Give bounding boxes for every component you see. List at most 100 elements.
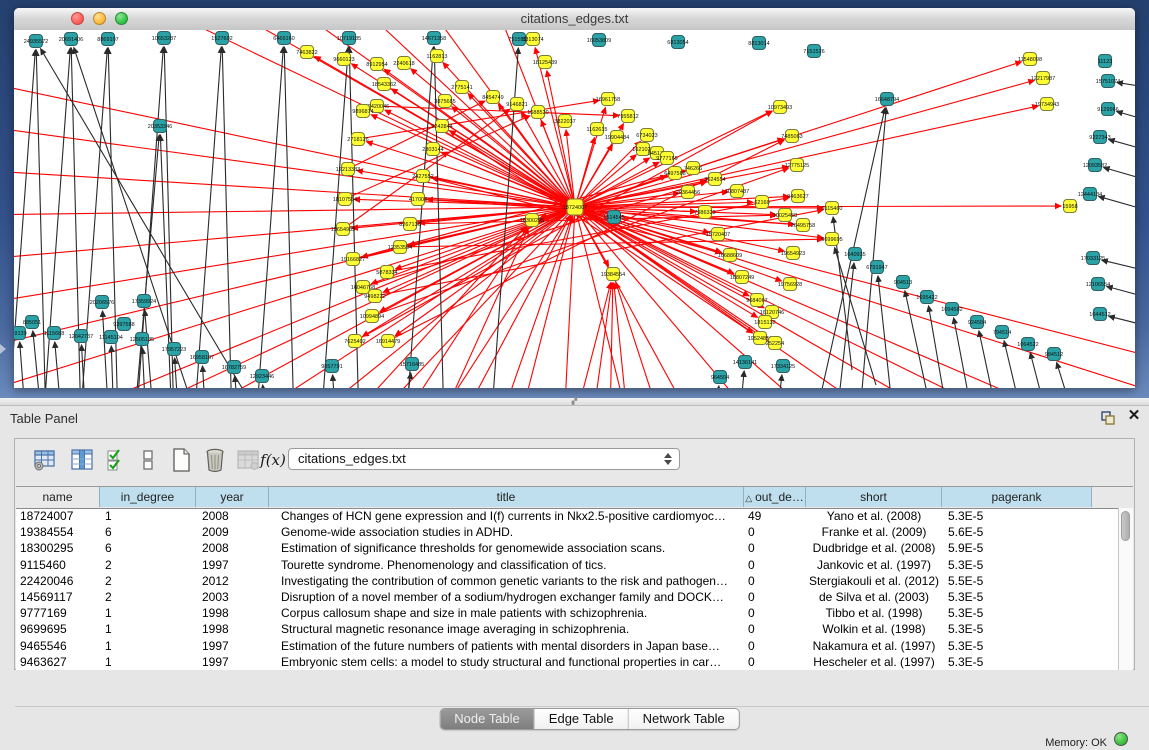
cell-short[interactable]: Nakamura et al. (1997) bbox=[806, 638, 942, 654]
graph-node[interactable]: 17033125 bbox=[1081, 252, 1105, 265]
cell-in_degree[interactable]: 1 bbox=[100, 638, 196, 654]
graph-node[interactable]: 12042737 bbox=[69, 330, 93, 343]
cell-year[interactable]: 1997 bbox=[196, 557, 269, 573]
graph-node[interactable]: 9115460 bbox=[821, 202, 842, 215]
black-edge[interactable] bbox=[222, 47, 232, 388]
cell-year[interactable]: 2008 bbox=[196, 540, 269, 556]
graph-node[interactable]: 5878334 bbox=[376, 266, 397, 279]
black-edge[interactable] bbox=[1107, 286, 1135, 302]
cell-short[interactable]: Yano et al. (2008) bbox=[806, 508, 942, 524]
cell-title[interactable]: Disruption of a novel member of a sodium… bbox=[269, 589, 744, 605]
red-edge[interactable] bbox=[442, 126, 753, 333]
graph-node[interactable]: 8912954 bbox=[366, 58, 387, 71]
cell-in_degree[interactable]: 1 bbox=[100, 621, 196, 637]
graph-node[interactable]: 17957223 bbox=[162, 343, 186, 356]
red-edge[interactable] bbox=[592, 283, 612, 388]
graph-node[interactable]: 26495758 bbox=[791, 219, 815, 232]
red-edge[interactable] bbox=[575, 207, 1135, 360]
cell-pagerank[interactable]: 5.3E-5 bbox=[942, 605, 1092, 621]
column-header-in_degree[interactable]: in_degree bbox=[100, 487, 196, 507]
graph-node[interactable]: 19384554 bbox=[601, 268, 625, 281]
graph-node[interactable]: 794514 bbox=[993, 326, 1011, 339]
cell-in_degree[interactable]: 1 bbox=[100, 605, 196, 621]
memory-status-indicator[interactable] bbox=[1114, 732, 1128, 746]
show-columns-button[interactable] bbox=[68, 446, 96, 474]
cell-name[interactable]: 9777169 bbox=[16, 605, 100, 621]
graph-node[interactable]: 9684067 bbox=[746, 294, 767, 307]
tab-edge-table[interactable]: Edge Table bbox=[535, 709, 629, 729]
table-row[interactable]: 2242004622012Investigating the contribut… bbox=[16, 573, 1119, 589]
graph-node[interactable]: 19166827 bbox=[341, 253, 365, 266]
black-edge[interactable] bbox=[739, 371, 744, 388]
table-row[interactable]: 969969511998Structural magnetic resonanc… bbox=[16, 621, 1119, 637]
graph-node[interactable]: 14671358 bbox=[422, 32, 446, 45]
graph-node[interactable]: 2240618 bbox=[393, 57, 414, 70]
graph-node[interactable]: 19734943 bbox=[1035, 98, 1059, 111]
graph-node[interactable]: 18125439 bbox=[533, 56, 557, 69]
cell-out_degree[interactable]: 0 bbox=[744, 605, 806, 621]
cell-short[interactable]: Dudbridge et al. (2008) bbox=[806, 540, 942, 556]
graph-node[interactable]: 6734023 bbox=[636, 129, 657, 142]
window-titlebar[interactable]: citations_edges.txt bbox=[14, 8, 1135, 31]
graph-node[interactable]: 12505135 bbox=[130, 333, 154, 346]
black-edge[interactable] bbox=[1030, 353, 1049, 388]
cell-short[interactable]: Wolkin et al. (1998) bbox=[806, 621, 942, 637]
cell-short[interactable]: Franke et al. (2009) bbox=[806, 524, 942, 540]
table-row[interactable]: 911546021997Tourette syndrome. Phenomeno… bbox=[16, 557, 1119, 573]
graph-node[interactable]: 19654923 bbox=[781, 247, 805, 260]
graph-node[interactable]: 62160 bbox=[754, 196, 769, 209]
graph-node[interactable]: 1064522 bbox=[1017, 338, 1038, 351]
cell-title[interactable]: Estimation of the future numbers of pati… bbox=[269, 638, 744, 654]
cell-title[interactable]: Embryonic stem cells: a model to study s… bbox=[269, 654, 744, 670]
column-header-out_degree[interactable]: △out_de… bbox=[744, 487, 806, 507]
cell-in_degree[interactable]: 2 bbox=[100, 589, 196, 605]
table-row[interactable]: 1938455462009Genome-wide association stu… bbox=[16, 524, 1119, 540]
graph-node[interactable]: 7151526 bbox=[803, 45, 824, 58]
table-row[interactable]: 1456911722003Disruption of a novel membe… bbox=[16, 589, 1119, 605]
cell-short[interactable]: de Silva et al. (2003) bbox=[806, 589, 942, 605]
red-edge[interactable] bbox=[610, 283, 613, 388]
cell-out_degree[interactable]: 0 bbox=[744, 573, 806, 589]
graph-node[interactable]: 10719185 bbox=[337, 32, 361, 45]
column-header-short[interactable]: short bbox=[806, 487, 942, 507]
graph-node[interactable]: 924504 bbox=[968, 316, 986, 329]
graph-node[interactable]: 10807487 bbox=[725, 185, 749, 198]
graph-node[interactable]: 9146821 bbox=[506, 98, 527, 111]
black-edge[interactable] bbox=[36, 50, 46, 388]
black-edge[interactable] bbox=[164, 47, 174, 388]
table-body[interactable]: 1872400712008Changes of HCN gene express… bbox=[16, 508, 1119, 670]
black-edge[interactable] bbox=[878, 276, 894, 388]
cell-title[interactable]: Structural magnetic resonance image aver… bbox=[269, 621, 744, 637]
graph-node[interactable]: 10653287 bbox=[152, 32, 176, 45]
column-header-pagerank[interactable]: pagerank bbox=[942, 487, 1092, 507]
graph-node[interactable]: 252254 bbox=[766, 337, 784, 350]
black-edge[interactable] bbox=[1109, 316, 1135, 330]
black-edge[interactable] bbox=[284, 47, 294, 388]
black-edge[interactable] bbox=[145, 310, 154, 388]
cell-short[interactable]: Hescheler et al. (1997) bbox=[806, 654, 942, 670]
black-edge[interactable] bbox=[33, 331, 42, 388]
graph-node[interactable]: 1695422 bbox=[916, 291, 937, 304]
red-edge[interactable] bbox=[575, 106, 1038, 207]
red-edge[interactable] bbox=[409, 207, 575, 245]
graph-node[interactable]: 8869107 bbox=[97, 33, 118, 46]
graph-node[interactable]: 12106554 bbox=[1086, 278, 1110, 291]
cell-pagerank[interactable]: 5.3E-5 bbox=[942, 589, 1092, 605]
graph-node[interactable]: 11548098 bbox=[1018, 53, 1042, 66]
graph-node[interactable]: 11123 bbox=[1098, 55, 1112, 68]
black-edge[interactable] bbox=[142, 348, 146, 388]
cell-in_degree[interactable]: 2 bbox=[100, 573, 196, 589]
black-edge[interactable] bbox=[905, 291, 934, 388]
graph-node[interactable]: 9699695 bbox=[821, 233, 842, 246]
graph-node[interactable]: 2718126 bbox=[347, 133, 368, 146]
graph-node[interactable]: 9660123 bbox=[333, 53, 354, 66]
graph-node[interactable]: 20691406 bbox=[59, 33, 83, 46]
cell-name[interactable]: 18724007 bbox=[16, 508, 100, 524]
graph-node[interactable]: 9129966 bbox=[1097, 103, 1118, 116]
black-edge[interactable] bbox=[134, 135, 159, 388]
black-edge[interactable] bbox=[1104, 168, 1135, 185]
graph-node[interactable]: 3875685 bbox=[434, 95, 455, 108]
float-panel-icon[interactable] bbox=[1100, 410, 1116, 426]
panel-splitter[interactable]: ▞ bbox=[0, 398, 1149, 406]
cell-pagerank[interactable]: 5.3E-5 bbox=[942, 638, 1092, 654]
